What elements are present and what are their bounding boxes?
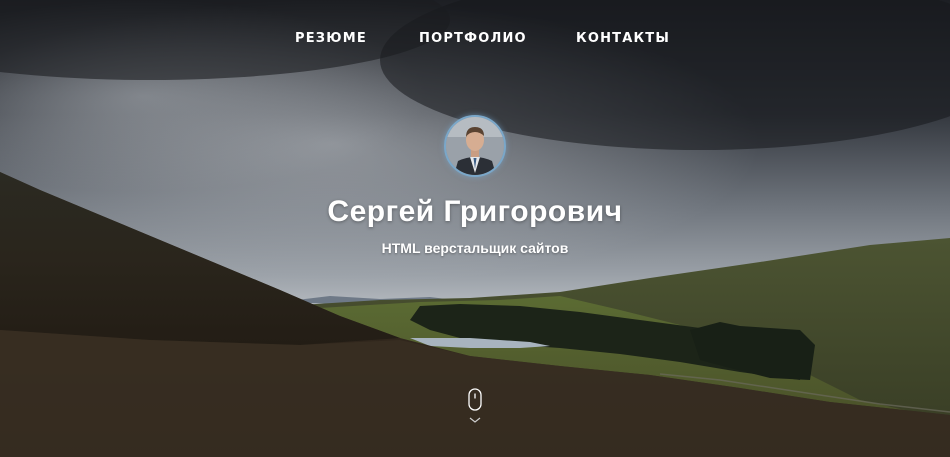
mouse-scroll-icon (468, 388, 482, 411)
avatar-photo (446, 117, 504, 175)
nav-item-resume[interactable]: РЕЗЮМЕ (295, 31, 367, 46)
main-navigation: РЕЗЮМЕ ПОРТФОЛИО КОНТАКТЫ (0, 31, 950, 49)
scroll-down-button[interactable] (466, 388, 484, 428)
profile-name: Сергей Григорович (327, 195, 623, 228)
nav-item-portfolio[interactable]: ПОРТФОЛИО (419, 31, 527, 46)
profile-title: HTML верстальщик сайтов (381, 240, 569, 256)
hero-section: РЕЗЮМЕ ПОРТФОЛИО КОНТАКТЫ Сергей Григоро… (0, 0, 950, 457)
nav-item-contacts[interactable]: КОНТАКТЫ (576, 31, 670, 46)
avatar (444, 115, 506, 177)
chevron-down-icon (469, 417, 481, 423)
